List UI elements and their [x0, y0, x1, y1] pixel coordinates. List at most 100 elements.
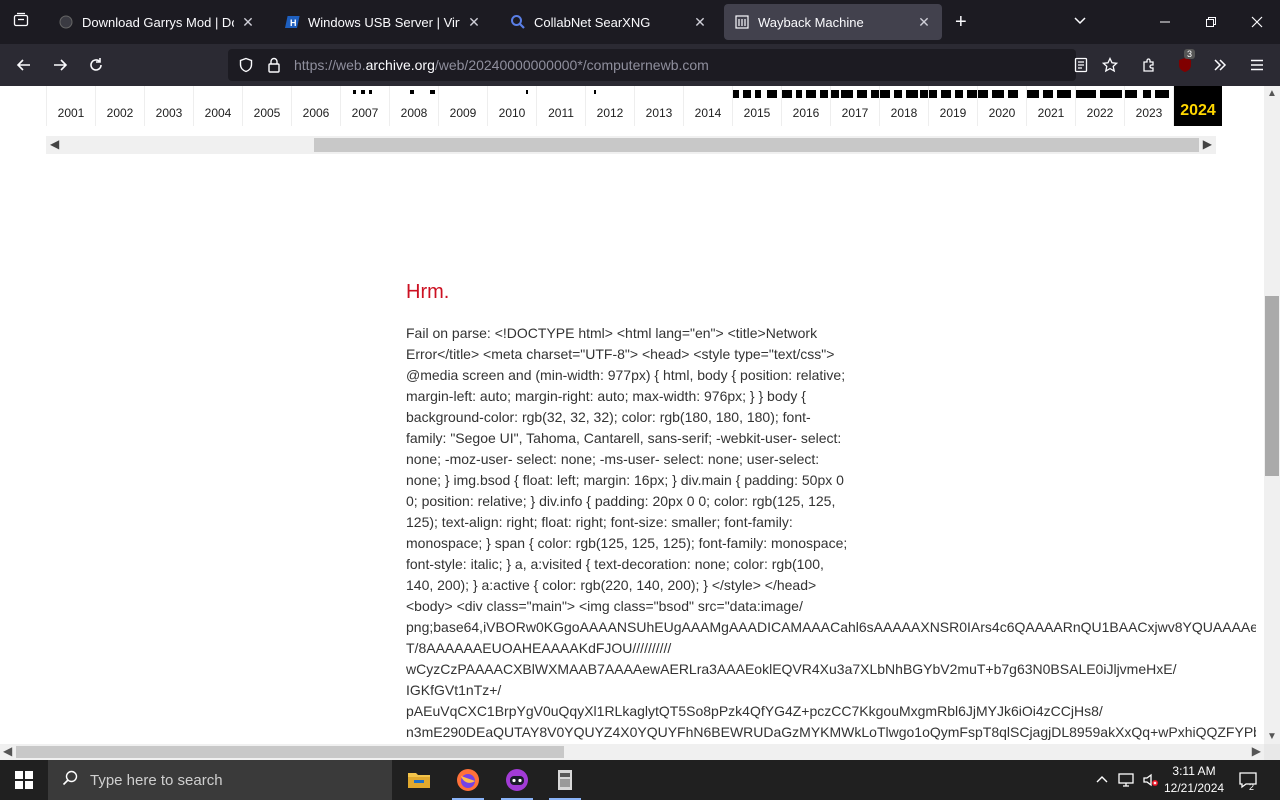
tab-garrysmod[interactable]: Download Garrys Mod | Downlo ✕ [48, 4, 266, 40]
year-2011[interactable]: 2011 [536, 86, 585, 126]
scroll-left-arrow-icon[interactable]: ◀ [50, 137, 59, 151]
address-bar[interactable]: https://web.archive.org/web/202400000000… [228, 49, 1076, 81]
error-message: Fail on parse: <!DOCTYPE html> <html lan… [406, 325, 848, 614]
overflow-menu-button[interactable] [1207, 52, 1233, 78]
reload-button[interactable] [83, 52, 109, 78]
year-2007[interactable]: 2007 [340, 86, 389, 126]
year-2012[interactable]: 2012 [585, 86, 634, 126]
utility-taskbar-button[interactable] [541, 760, 589, 800]
hamburger-menu-icon [1251, 59, 1263, 71]
timeline-scroll-thumb[interactable] [314, 138, 1199, 152]
year-2006[interactable]: 2006 [291, 86, 340, 126]
year-label: 2016 [792, 106, 820, 120]
bookmark-button[interactable] [1097, 52, 1123, 78]
scroll-right-arrow-icon[interactable]: ▶ [1203, 137, 1212, 151]
year-2023[interactable]: 2023 [1124, 86, 1173, 126]
app-menu-button[interactable] [1244, 52, 1270, 78]
minimize-button[interactable] [1142, 0, 1188, 44]
reader-view-button[interactable] [1068, 52, 1094, 78]
year-2001[interactable]: 2001 [46, 86, 95, 126]
scrollbar-corner [1264, 744, 1280, 760]
timeline-scrollbar[interactable]: ◀ ▶ [46, 136, 1216, 154]
action-center-button[interactable]: 2 [1238, 760, 1258, 800]
scroll-right-arrow-icon[interactable]: ▶ [1252, 744, 1261, 758]
discord-taskbar-button[interactable] [493, 760, 541, 800]
year-2018[interactable]: 2018 [879, 86, 928, 126]
list-all-tabs-button[interactable] [1073, 13, 1087, 32]
capture-sparkline-bar [978, 90, 988, 98]
year-label: 2003 [155, 106, 183, 120]
tab-searxng[interactable]: CollabNet SearXNG ✕ [500, 4, 718, 40]
close-icon[interactable]: ✕ [916, 14, 932, 31]
year-label: 2020 [988, 106, 1016, 120]
close-icon[interactable]: ✕ [240, 14, 256, 31]
capture-sparkline-bar [992, 90, 1004, 98]
year-2005[interactable]: 2005 [242, 86, 291, 126]
network-button[interactable] [1118, 760, 1136, 800]
capture-sparkline-bar [955, 90, 963, 98]
search-placeholder: Type here to search [90, 771, 223, 789]
new-tab-button[interactable]: + [955, 12, 967, 32]
close-icon [1251, 16, 1263, 28]
start-button[interactable] [0, 760, 48, 800]
close-icon[interactable]: ✕ [466, 14, 482, 31]
back-button[interactable] [11, 52, 37, 78]
taskbar-clock[interactable]: 3:11 AM 12/21/2024 [1164, 763, 1224, 797]
tracking-protection-icon[interactable] [236, 55, 256, 75]
year-2016[interactable]: 2016 [781, 86, 830, 126]
capture-sparkline-bar [755, 90, 761, 98]
taskbar-search-box[interactable]: Type here to search [48, 760, 392, 800]
year-2021[interactable]: 2021 [1026, 86, 1075, 126]
close-window-button[interactable] [1234, 0, 1280, 44]
page-vertical-scrollbar[interactable]: ▲ ▼ [1264, 86, 1280, 744]
capture-sparkline-bar [1155, 90, 1169, 98]
year-2022[interactable]: 2022 [1075, 86, 1124, 126]
year-2002[interactable]: 2002 [95, 86, 144, 126]
forward-button[interactable] [47, 52, 73, 78]
chevron-up-icon [1096, 776, 1108, 783]
tab-strip: Download Garrys Mod | Downlo ✕ H Windows… [0, 0, 1280, 44]
year-2008[interactable]: 2008 [389, 86, 438, 126]
svg-text:H: H [290, 18, 297, 28]
lock-icon[interactable] [264, 55, 284, 75]
year-2004[interactable]: 2004 [193, 86, 242, 126]
year-label: 2009 [449, 106, 477, 120]
tab-wayback-machine[interactable]: Wayback Machine ✕ [724, 4, 942, 40]
vertical-scroll-thumb[interactable] [1265, 296, 1279, 476]
extensions-button[interactable] [1136, 52, 1162, 78]
year-2020[interactable]: 2020 [977, 86, 1026, 126]
scroll-up-arrow-icon[interactable]: ▲ [1267, 88, 1277, 99]
year-2017[interactable]: 2017 [830, 86, 879, 126]
firefox-taskbar-button[interactable] [444, 760, 492, 800]
file-explorer-taskbar-button[interactable] [395, 760, 443, 800]
error-heading: Hrm. [406, 281, 450, 303]
tab-title: CollabNet SearXNG [534, 14, 651, 30]
ublock-extension-button[interactable]: 3 [1172, 49, 1198, 78]
capture-sparkline-bar [361, 90, 365, 94]
year-2010[interactable]: 2010 [487, 86, 536, 126]
arrow-left-icon [16, 59, 30, 71]
year-2014[interactable]: 2014 [683, 86, 732, 126]
tab-overview-button[interactable] [0, 0, 42, 44]
horizontal-scroll-thumb[interactable] [16, 746, 564, 758]
year-2013[interactable]: 2013 [634, 86, 683, 126]
tab-virtualhere[interactable]: H Windows USB Server | VirtualHe ✕ [274, 4, 492, 40]
year-2009[interactable]: 2009 [438, 86, 487, 126]
year-2015[interactable]: 2015 [732, 86, 781, 126]
close-icon[interactable]: ✕ [692, 14, 708, 31]
year-label: 2024 [1180, 102, 1216, 119]
chevron-down-icon [1074, 17, 1086, 25]
capture-sparkline-bar [743, 90, 751, 98]
star-icon [1102, 57, 1118, 73]
volume-button[interactable] [1142, 760, 1160, 800]
year-2024[interactable]: 2024 [1173, 86, 1222, 126]
minimize-icon [1160, 21, 1170, 23]
scroll-down-arrow-icon[interactable]: ▼ [1267, 731, 1277, 742]
year-2003[interactable]: 2003 [144, 86, 193, 126]
restore-button[interactable] [1188, 0, 1234, 44]
page-horizontal-scrollbar[interactable]: ◀ ▶ [0, 744, 1264, 760]
show-hidden-icons-button[interactable] [1095, 760, 1109, 800]
scroll-left-arrow-icon[interactable]: ◀ [3, 744, 12, 758]
year-2019[interactable]: 2019 [928, 86, 977, 126]
volume-muted-icon [1143, 773, 1158, 787]
